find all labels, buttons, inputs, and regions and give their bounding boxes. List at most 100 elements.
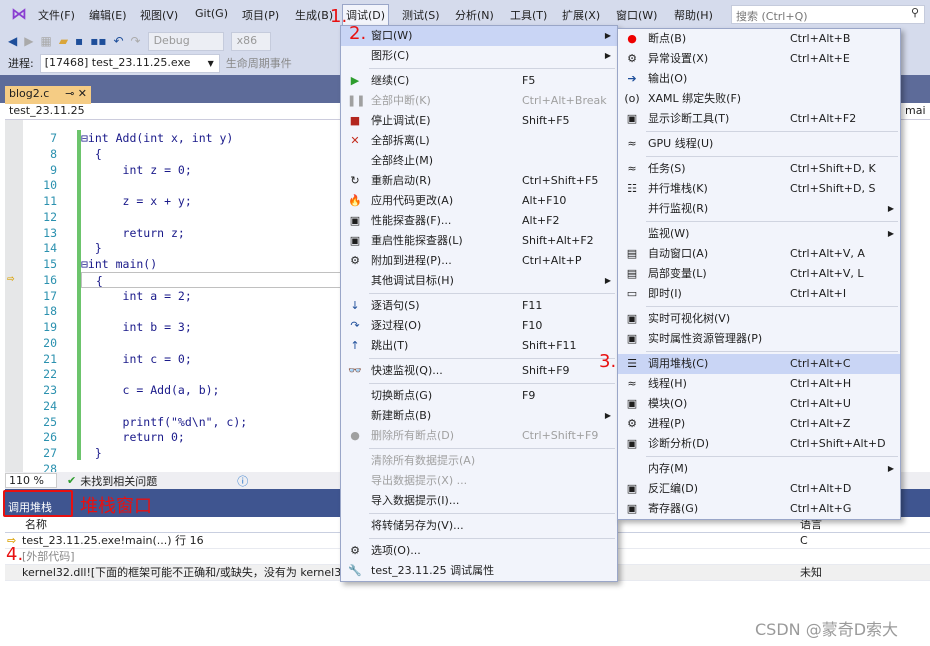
new-item-icon[interactable]: ▦ [40,34,51,48]
menu-item[interactable]: 全部终止(M) [341,151,617,171]
search-icon[interactable]: ⚲ [911,6,919,19]
open-folder-icon[interactable]: ▰ [59,34,68,48]
menu-item[interactable]: ≈ 线程(H) Ctrl+Alt+H [618,374,900,394]
menu-4[interactable]: 项目(P) [239,5,282,25]
menu-item[interactable]: ▶ 继续(C) F5 [341,71,617,91]
code-line[interactable]: int c = 0; [81,351,192,367]
menu-item[interactable]: ➔ 输出(O) [618,69,900,89]
redo-icon[interactable]: ↷ [131,34,141,48]
menu-item[interactable]: ☰ 调用堆栈(C) Ctrl+Alt+C [618,354,900,374]
menu-item[interactable]: ⚙ 选项(O)... [341,541,617,561]
menu-item[interactable]: ● 删除所有断点(D) Ctrl+Shift+F9 [341,426,617,446]
code-line[interactable]: int b = 3; [81,319,192,335]
menu-item[interactable]: ⚙ 异常设置(X) Ctrl+Alt+E [618,49,900,69]
lifecycle-events-button[interactable]: 生命周期事件 [226,55,292,71]
code-line[interactable]: int a = 2; [81,288,192,304]
forward-icon[interactable]: ▶ [24,34,33,48]
menu-item[interactable]: 导出数据提示(X) ... [341,471,617,491]
menu-item[interactable]: ↻ 重新启动(R) Ctrl+Shift+F5 [341,171,617,191]
code-line[interactable]: printf("%d\n", c); [81,414,248,430]
code-line[interactable]: return 0; [81,429,185,445]
visual-studio-logo-icon[interactable]: ⋈ [8,3,30,25]
menu-item[interactable]: ↑ 跳出(T) Shift+F11 [341,336,617,356]
function-dropdown[interactable]: mai [905,104,926,117]
pin-close-icons[interactable]: ⊸ ✕ [65,87,87,103]
menu-item[interactable]: ● 断点(B) Ctrl+Alt+B [618,29,900,49]
menu-item[interactable]: 🔧 test_23.11.25 调试属性 [341,561,617,581]
code-line[interactable]: ⊟int Add(int x, int y) [81,130,233,146]
menu-12[interactable]: 帮助(H) [671,5,716,25]
code-line[interactable]: } [81,445,102,461]
menu-item[interactable]: 👓 快速监视(Q)... Shift+F9 [341,361,617,381]
menu-item[interactable]: ↓ 逐语句(S) F11 [341,296,617,316]
menu-item[interactable]: 图形(C) ▶ [341,46,617,66]
menu-item[interactable]: ▣ 重启性能探查器(L) Shift+Alt+F2 [341,231,617,251]
menu-item[interactable]: ⚙ 进程(P) Ctrl+Alt+Z [618,414,900,434]
menu-item[interactable]: (o) XAML 绑定失败(F) [618,89,900,109]
menu-item[interactable]: 内存(M) ▶ [618,459,900,479]
menu-item[interactable]: ■ 停止调试(E) Shift+F5 [341,111,617,131]
menu-item[interactable]: ▣ 模块(O) Ctrl+Alt+U [618,394,900,414]
menu-11[interactable]: 窗口(W) [613,5,660,25]
menu-7[interactable]: 测试(S) [399,5,443,25]
menu-item[interactable]: 清除所有数据提示(A) [341,451,617,471]
menu-item[interactable]: 🔥 应用代码更改(A) Alt+F10 [341,191,617,211]
code-line[interactable]: } [81,240,102,256]
menu-2[interactable]: 视图(V) [137,5,181,25]
menu-item[interactable]: ▤ 局部变量(L) Ctrl+Alt+V, L [618,264,900,284]
platform-dropdown[interactable]: x86 [230,31,271,51]
undo-icon[interactable]: ↶ [113,34,123,48]
code-line[interactable]: ⊟int main() [81,256,157,272]
menu-item[interactable]: ▣ 显示诊断工具(T) Ctrl+Alt+F2 [618,109,900,129]
menu-1[interactable]: 编辑(E) [86,5,130,25]
menu-item[interactable]: ☷ 并行堆栈(K) Ctrl+Shift+D, S [618,179,900,199]
code-line[interactable]: { [81,146,102,162]
code-line[interactable]: c = Add(a, b); [81,382,220,398]
save-icon[interactable]: ▪ [75,34,83,48]
back-icon[interactable]: ◀ [8,34,17,48]
menu-item[interactable]: ≈ 任务(S) Ctrl+Shift+D, K [618,159,900,179]
code-line[interactable]: z = x + y; [81,193,192,209]
menu-item[interactable]: 导入数据提示(I)... [341,491,617,511]
menu-item[interactable]: ▭ 即时(I) Ctrl+Alt+I [618,284,900,304]
menu-item[interactable]: ▣ 实时属性资源管理器(P) [618,329,900,349]
info-icon[interactable]: ⓘ [237,473,248,489]
menu-item[interactable]: ▣ 实时可视化树(V) [618,309,900,329]
configuration-dropdown[interactable]: Debug [147,31,224,51]
issues-status[interactable]: 未找到相关问题 [80,473,157,489]
menu-item[interactable]: ▤ 自动窗口(A) Ctrl+Alt+V, A [618,244,900,264]
menu-item[interactable]: 新建断点(B) ▶ [341,406,617,426]
breakpoint-margin[interactable] [5,120,23,472]
tab-blog2-c[interactable]: blog2.c ⊸ ✕ [5,86,91,104]
code-line[interactable]: return z; [81,225,185,241]
menu-item[interactable]: 窗口(W) ▶ [341,26,617,46]
menu-item[interactable]: ↷ 逐过程(O) F10 [341,316,617,336]
process-dropdown[interactable]: [17468] test_23.11.25.exe ▼ [39,53,220,73]
menu-item[interactable]: 将转储另存为(V)... [341,516,617,536]
scope-dropdown[interactable]: test_23.11.25 [9,104,85,117]
menu-item[interactable]: ▣ 反汇编(D) Ctrl+Alt+D [618,479,900,499]
menu-item[interactable]: ⚙ 附加到进程(P)... Ctrl+Alt+P [341,251,617,271]
menu-9[interactable]: 工具(T) [507,5,550,25]
menu-8[interactable]: 分析(N) [452,5,497,25]
menu-item-label: 全部中断(K) [371,94,431,107]
menu-item[interactable]: 并行监视(R) ▶ [618,199,900,219]
menu-item[interactable]: ▣ 性能探查器(F)... Alt+F2 [341,211,617,231]
menu-item-shortcut: Alt+F10 [522,194,567,207]
menu-item[interactable]: ▣ 寄存器(G) Ctrl+Alt+G [618,499,900,519]
menu-3[interactable]: Git(G) [192,5,231,22]
menu-item[interactable]: ❚❚ 全部中断(K) Ctrl+Alt+Break [341,91,617,111]
menu-item[interactable]: ▣ 诊断分析(D) Ctrl+Shift+Alt+D [618,434,900,454]
menu-item[interactable]: 监视(W) ▶ [618,224,900,244]
zoom-dropdown[interactable]: 110 % [5,473,57,488]
menu-item[interactable]: 切换断点(G) F9 [341,386,617,406]
menu-item[interactable]: ≈ GPU 线程(U) [618,134,900,154]
menu-item[interactable]: 其他调试目标(H) ▶ [341,271,617,291]
column-name[interactable]: 名称 [25,517,47,533]
menu-0[interactable]: 文件(F) [35,5,78,25]
save-all-icon[interactable]: ▪▪ [90,34,106,48]
menu-10[interactable]: 扩展(X) [559,5,603,25]
search-input[interactable]: 搜索 (Ctrl+Q) ⚲ [731,5,925,24]
code-line[interactable]: int z = 0; [81,162,192,178]
menu-item[interactable]: ✕ 全部拆离(L) [341,131,617,151]
